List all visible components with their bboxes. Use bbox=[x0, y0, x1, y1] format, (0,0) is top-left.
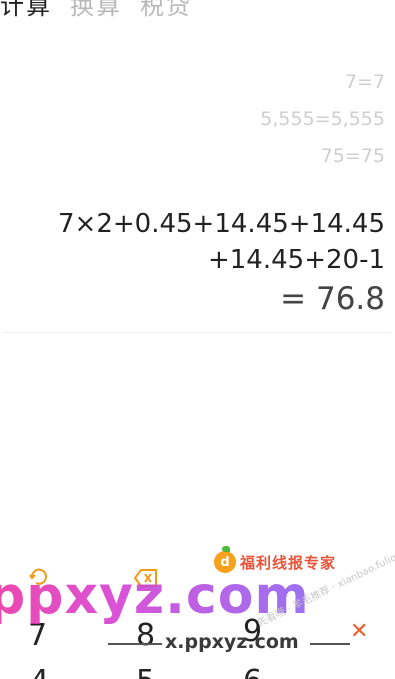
mode-tabs: 计算 换算 税贷 bbox=[0, 0, 192, 21]
brand-logo-icon: d bbox=[214, 546, 236, 573]
history-item[interactable]: 5,555=5,555 bbox=[260, 101, 385, 138]
history-item[interactable]: 7=7 bbox=[260, 64, 385, 101]
watermark-url: x.ppxyz.com bbox=[165, 631, 299, 653]
expression-display: 7×2+0.45+14.45+14.45 +14.45+20-1 bbox=[58, 206, 385, 278]
key-4[interactable]: 4 bbox=[30, 664, 49, 679]
close-icon: ✕ bbox=[350, 619, 369, 644]
expression-line: +14.45+20-1 bbox=[207, 245, 385, 275]
tab-tax-loan[interactable]: 税贷 bbox=[140, 0, 192, 21]
tab-convert[interactable]: 换算 bbox=[70, 0, 122, 21]
watermark-brand: d 福利线报专家 bbox=[214, 546, 337, 573]
expression-line: 7×2+0.45+14.45+14.45 bbox=[58, 209, 385, 239]
watermark-line bbox=[108, 643, 162, 645]
watermark-brand-text: 福利线报专家 bbox=[240, 553, 337, 572]
history-item[interactable]: 75=75 bbox=[260, 138, 385, 175]
watermark-line bbox=[310, 643, 350, 645]
key-6[interactable]: 6 bbox=[243, 664, 262, 679]
calculation-history: 7=7 5,555=5,555 75=75 bbox=[260, 64, 385, 175]
key-5[interactable]: 5 bbox=[136, 664, 155, 679]
result-display: = 76.8 bbox=[280, 281, 385, 317]
display-divider bbox=[4, 332, 391, 333]
tab-calculate[interactable]: 计算 bbox=[0, 0, 52, 21]
